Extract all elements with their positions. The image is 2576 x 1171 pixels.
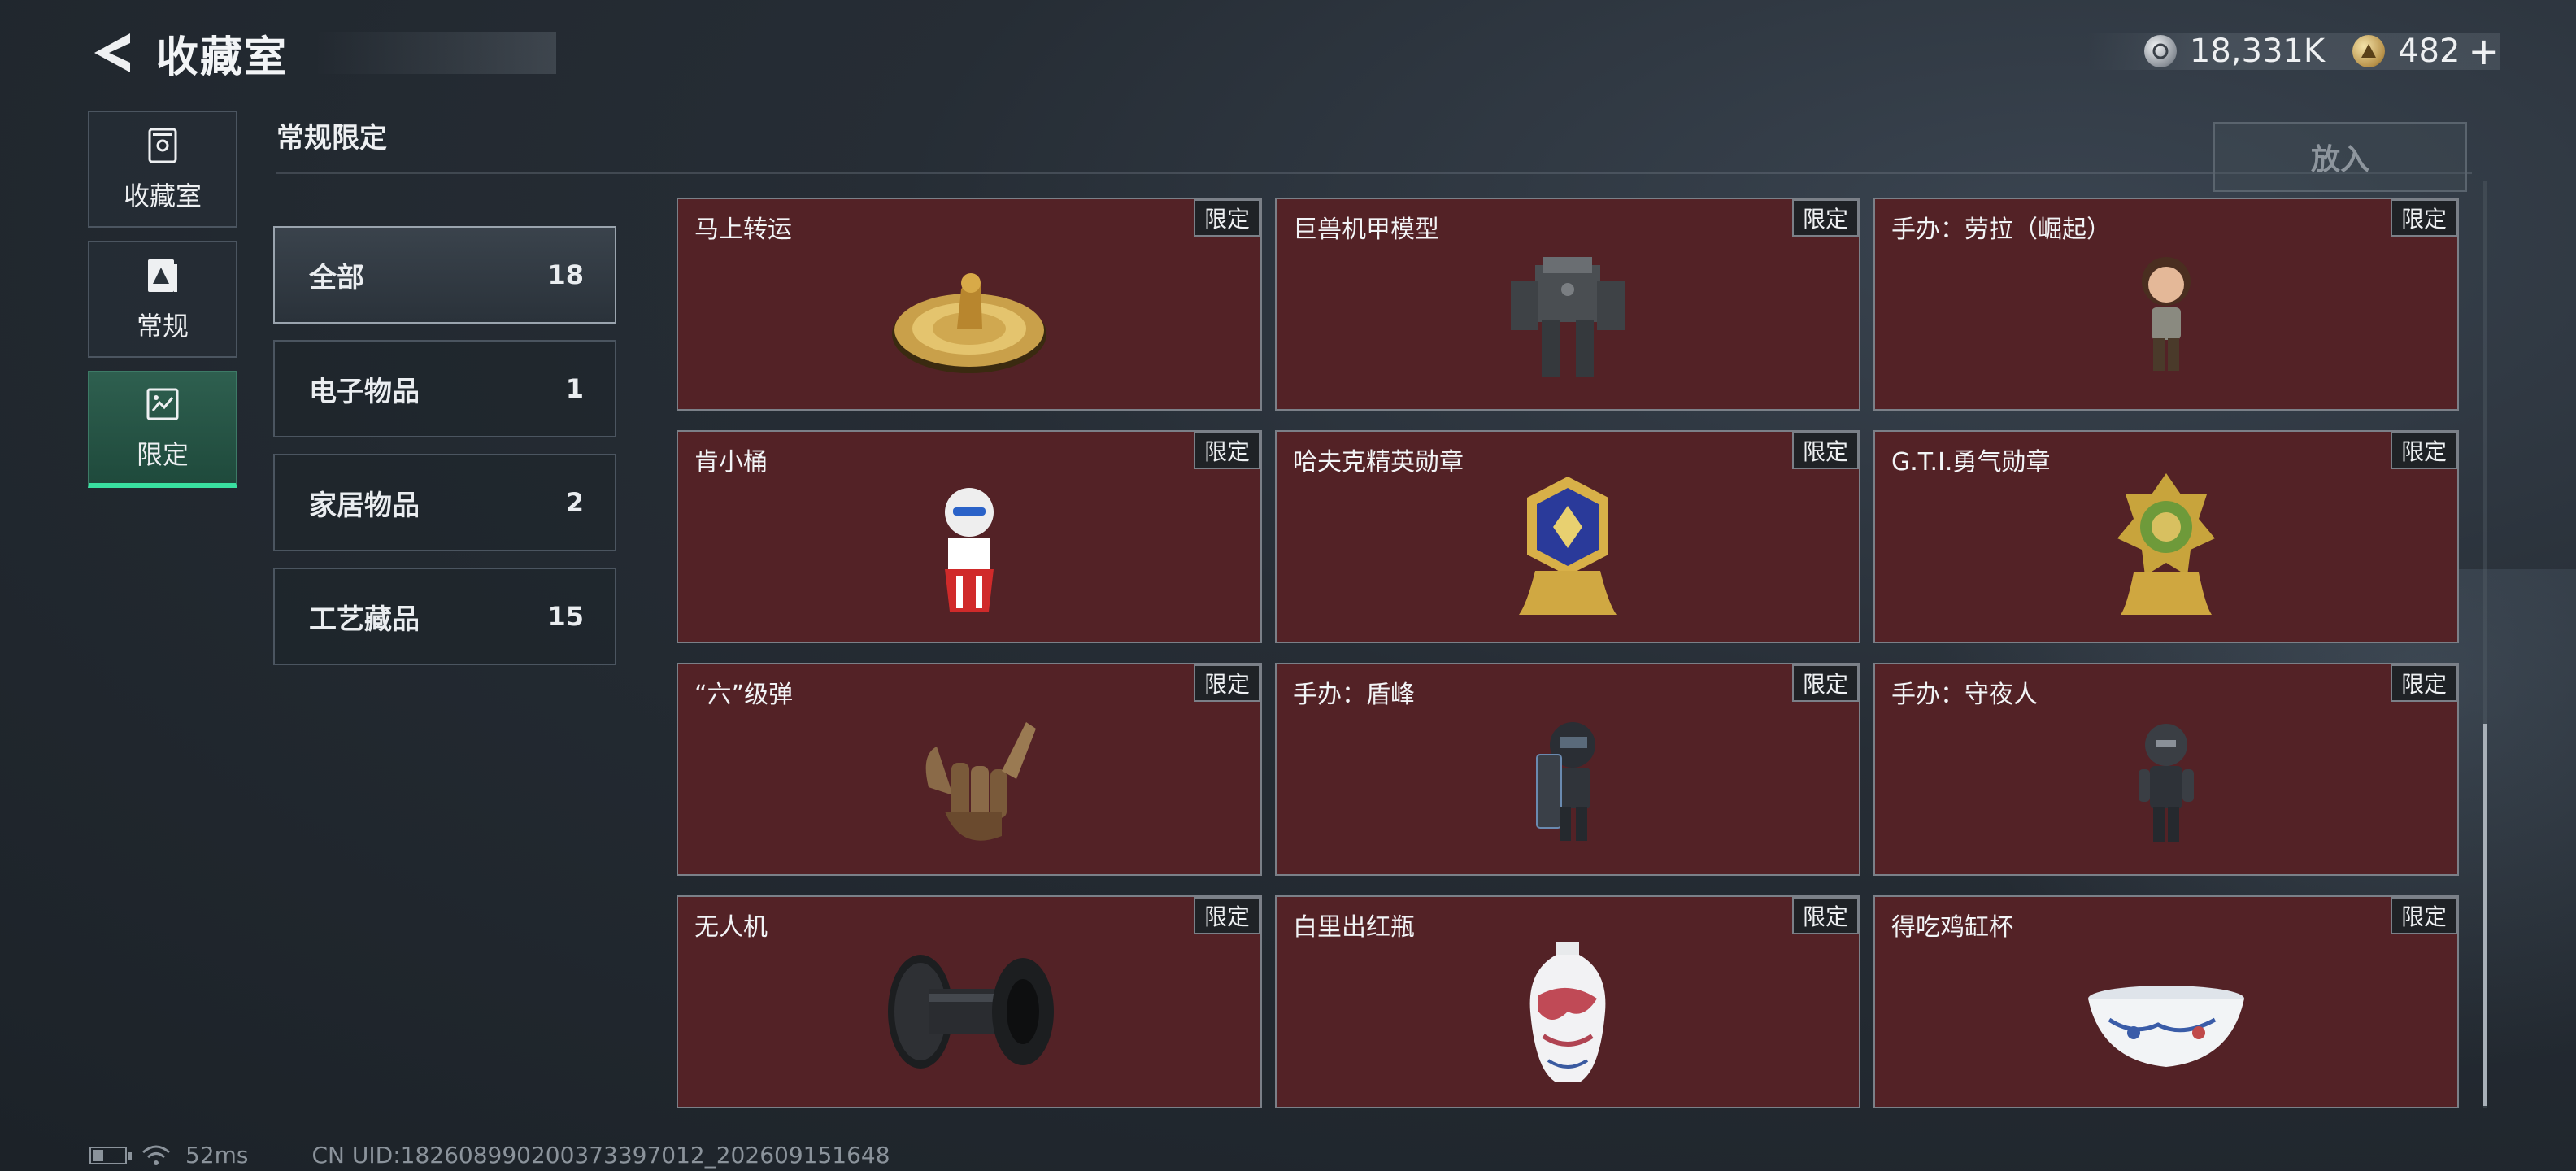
item-name: 哈夫克精英勋章 (1293, 448, 1464, 477)
limited-badge: 限定 (1792, 664, 1859, 702)
item-name: 白里出红瓶 (1293, 913, 1415, 942)
item-card[interactable]: 肯小桶 限定 (677, 430, 1262, 643)
category-list: 全部 18 电子物品 1 家居物品 2 工艺藏品 15 (273, 226, 616, 681)
collection-room-icon (142, 125, 183, 166)
item-card[interactable]: 马上转运 限定 (677, 198, 1262, 411)
item-card[interactable]: 白里出红瓶 限定 (1275, 895, 1860, 1108)
put-in-button[interactable]: 放入 (2213, 122, 2467, 192)
category-all[interactable]: 全部 18 (273, 226, 616, 324)
user-uid: CN UID:182608990200373397012_20260915164… (311, 1142, 890, 1169)
item-card[interactable]: 哈夫克精英勋章 限定 (1275, 430, 1860, 643)
item-card[interactable]: 手办：盾峰 限定 (1275, 663, 1860, 876)
status-bar: 52ms CN UID:182608990200373397012_202609… (89, 1142, 890, 1169)
nav-item-collection-room[interactable]: 收藏室 (88, 111, 237, 228)
category-label: 家居物品 (309, 489, 420, 522)
scrollbar-thumb[interactable] (2483, 724, 2487, 1106)
porcelain-vase-icon (1530, 942, 1606, 1082)
add-currency-button[interactable]: + (2468, 29, 2500, 73)
title-bar: 收藏室 (156, 32, 557, 82)
nav-label: 限定 (136, 439, 189, 470)
category-count: 1 (565, 373, 584, 404)
limited-badge: 限定 (1194, 432, 1260, 469)
battery-icon (89, 1146, 132, 1164)
silver-currency-value: 18,331K (2189, 33, 2326, 70)
item-name: 手办：守夜人 (1891, 681, 2038, 709)
item-card[interactable]: G.T.I.勇气勋章 限定 (1873, 430, 2459, 643)
lara-figure-icon (2142, 257, 2191, 371)
category-count: 2 (565, 487, 584, 518)
item-card[interactable]: 手办：劳拉（崛起） 限定 (1873, 198, 2459, 411)
ping-value: 52ms (185, 1142, 249, 1169)
nightwatch-figure-icon (2139, 724, 2194, 842)
haavk-elite-medal-icon (1519, 477, 1617, 615)
limited-badge: 限定 (2391, 897, 2457, 934)
golden-horse-compass-icon (892, 273, 1046, 373)
item-card[interactable]: 得吃鸡缸杯 限定 (1873, 895, 2459, 1108)
gold-currency-value: 482 (2398, 33, 2461, 70)
category-label: 全部 (309, 261, 364, 294)
kfc-bucket-figure-icon (945, 488, 994, 612)
nav-item-regular[interactable]: 常规 (88, 241, 237, 358)
gold-coin-icon (2352, 35, 2386, 67)
limited-icon (142, 384, 183, 424)
section-divider (276, 172, 2472, 174)
item-name: 肯小桶 (694, 448, 768, 477)
page-title: 收藏室 (156, 33, 289, 82)
item-name: “六”级弹 (694, 681, 794, 709)
item-card[interactable]: “六”级弹 限定 (677, 663, 1262, 876)
gti-courage-medal-icon (2117, 473, 2215, 615)
back-arrow-icon[interactable] (88, 28, 137, 77)
item-name: G.T.I.勇气勋章 (1891, 448, 2051, 477)
nav-label: 收藏室 (123, 181, 202, 211)
limited-badge: 限定 (1194, 897, 1260, 934)
item-name: 得吃鸡缸杯 (1891, 913, 2013, 942)
category-electronics[interactable]: 电子物品 1 (273, 340, 616, 437)
category-label: 工艺藏品 (309, 603, 420, 636)
item-name: 马上转运 (694, 215, 792, 244)
item-name: 巨兽机甲模型 (1293, 215, 1439, 244)
drone-icon (888, 955, 1054, 1069)
category-count: 18 (547, 259, 584, 290)
item-card[interactable]: 巨兽机甲模型 限定 (1275, 198, 1860, 411)
category-crafts[interactable]: 工艺藏品 15 (273, 568, 616, 665)
category-label: 电子物品 (309, 375, 420, 408)
limited-badge: 限定 (1792, 897, 1859, 934)
category-home[interactable]: 家居物品 2 (273, 454, 616, 551)
chicken-cup-icon (2088, 986, 2244, 1067)
regular-icon (142, 255, 183, 296)
shield-figure-icon (1536, 722, 1595, 841)
nav-item-limited[interactable]: 限定 (88, 371, 237, 488)
limited-badge: 限定 (1194, 199, 1260, 237)
six-bullet-hand-icon (925, 722, 1036, 841)
limited-badge: 限定 (1792, 432, 1859, 469)
category-count: 15 (547, 601, 584, 632)
limited-badge: 限定 (1792, 199, 1859, 237)
item-grid: 马上转运 限定 巨兽机甲模型 限定 手办：劳拉（崛起） 限定 肯小桶 限定 哈夫… (677, 198, 2465, 1108)
section-title: 常规限定 (276, 122, 387, 155)
limited-badge: 限定 (2391, 199, 2457, 237)
limited-badge: 限定 (1194, 664, 1260, 702)
limited-badge: 限定 (2391, 664, 2457, 702)
silver-coin-icon (2143, 35, 2177, 67)
header: 收藏室 (88, 24, 557, 82)
mech-model-icon (1511, 257, 1625, 377)
item-name: 手办：盾峰 (1293, 681, 1415, 709)
item-card[interactable]: 无人机 限定 (677, 895, 1262, 1108)
nav-label: 常规 (136, 311, 189, 342)
wifi-icon (142, 1145, 170, 1165)
item-card[interactable]: 手办：守夜人 限定 (1873, 663, 2459, 876)
currency-bar: 18,331K 482 + (2086, 29, 2500, 73)
limited-badge: 限定 (2391, 432, 2457, 469)
left-nav: 收藏室 常规 限定 (88, 111, 237, 501)
item-name: 无人机 (694, 913, 768, 942)
